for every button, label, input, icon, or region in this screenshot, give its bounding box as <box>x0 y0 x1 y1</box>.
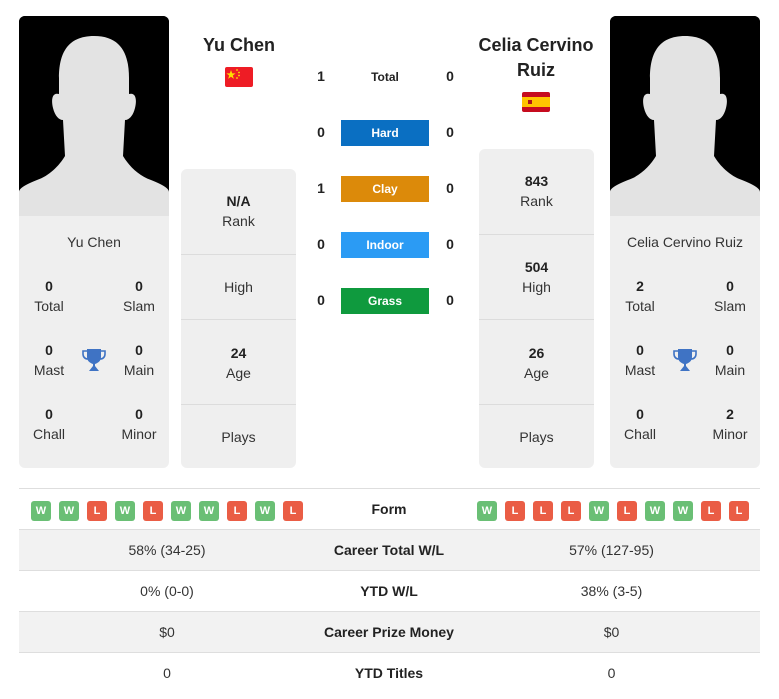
surface-hard-badge: Hard <box>341 120 429 146</box>
player2-rank: 843 Rank <box>520 173 553 209</box>
h2h-grass-row: 0 Grass 0 <box>300 288 470 314</box>
player2-high: 504 High <box>479 234 594 319</box>
form-row: WWLWLWWLWL Form WLLLWLWWLL <box>19 488 760 529</box>
h2h-indoor-row: 0 Indoor 0 <box>300 232 470 258</box>
trophy-icon <box>82 349 106 371</box>
player2-card-name: Celia Cervino Ruiz <box>627 234 743 250</box>
player1-main-titles: 0 Main <box>123 342 155 378</box>
player2-photo <box>610 16 760 216</box>
player1-form-badge-loss[interactable]: L <box>143 501 163 521</box>
player2-plays: Plays <box>479 404 594 468</box>
player2-slam-titles: 0 Slam <box>714 278 746 314</box>
avatar-silhouette-icon <box>19 16 169 216</box>
surface-total-label: Total <box>371 70 399 84</box>
h2h-total-row: 1 Total 0 <box>300 64 470 90</box>
player2-form-badge-win[interactable]: W <box>477 501 497 521</box>
table-row: 58% (34-25) Career Total W/L 57% (127-95… <box>19 529 760 570</box>
comparison-table: WWLWLWWLWL Form WLLLWLWWLL 58% (34-25) C… <box>19 488 760 693</box>
player1-form-badge-win[interactable]: W <box>115 501 135 521</box>
player2-info-card: 843 Rank 504 High 26 Age Plays <box>479 149 594 468</box>
surface-indoor-badge: Indoor <box>341 232 429 258</box>
player1-plays: Plays <box>181 404 296 468</box>
player2-form-badge-win[interactable]: W <box>645 501 665 521</box>
surface-clay-badge: Clay <box>341 176 429 202</box>
spain-flag-icon <box>522 92 550 112</box>
player2-form-badge-loss[interactable]: L <box>505 501 525 521</box>
player2-form-badge-loss[interactable]: L <box>617 501 637 521</box>
player1-form-badge-loss[interactable]: L <box>283 501 303 521</box>
player2-chall-titles: 0 Chall <box>624 406 656 442</box>
player1-form-badges: WWLWLWWLWL <box>31 501 303 521</box>
avatar-silhouette-icon <box>610 16 760 216</box>
player2-form-badge-loss[interactable]: L <box>701 501 721 521</box>
surface-grass-badge: Grass <box>341 288 429 314</box>
player2-mast-titles: 0 Mast <box>624 342 656 378</box>
player1-form-badge-win[interactable]: W <box>255 501 275 521</box>
player2-minor-titles: 2 Minor <box>712 406 748 442</box>
player1-form-badge-win[interactable]: W <box>171 501 191 521</box>
table-row: $0 Career Prize Money $0 <box>19 611 760 652</box>
h2h-hard-row: 0 Hard 0 <box>300 120 470 146</box>
player2-age: 26 Age <box>479 319 594 404</box>
china-flag-icon <box>225 67 253 87</box>
table-row: 0 YTD Titles 0 <box>19 652 760 693</box>
player1-rank: N/A Rank <box>222 193 255 229</box>
player1-slam-titles: 0 Slam <box>123 278 155 314</box>
player1-photo <box>19 16 169 216</box>
player1-mast-titles: 0 Mast <box>33 342 65 378</box>
player1-high: High <box>181 254 296 319</box>
player1-form-badge-win[interactable]: W <box>59 501 79 521</box>
player1-info-card: N/A Rank High 24 Age Plays <box>181 169 296 468</box>
player2-form-badge-win[interactable]: W <box>589 501 609 521</box>
player2-form-badge-loss[interactable]: L <box>729 501 749 521</box>
table-row: 0% (0-0) YTD W/L 38% (3-5) <box>19 570 760 611</box>
player1-form-badge-loss[interactable]: L <box>87 501 107 521</box>
player2-form-badge-loss[interactable]: L <box>533 501 553 521</box>
player1-name-link[interactable]: Yu Chen <box>180 33 298 58</box>
player1-minor-titles: 0 Minor <box>121 406 157 442</box>
player2-total-titles: 2 Total <box>625 278 655 314</box>
player2-form-badge-loss[interactable]: L <box>561 501 581 521</box>
player1-form-badge-win[interactable]: W <box>199 501 219 521</box>
player2-name-link[interactable]: Celia Cervino Ruiz <box>476 33 596 83</box>
player2-form-badges: WLLLWLWWLL <box>477 501 749 521</box>
player2-form-badge-win[interactable]: W <box>673 501 693 521</box>
player1-card-name: Yu Chen <box>67 234 121 250</box>
player1-chall-titles: 0 Chall <box>33 406 65 442</box>
player2-main-titles: 0 Main <box>714 342 746 378</box>
player2-titles-card: Celia Cervino Ruiz 2 Total 0 Slam 0 Mast… <box>610 216 760 468</box>
trophy-icon <box>673 349 697 371</box>
player1-titles-card: Yu Chen 0 Total 0 Slam 0 Mast 0 Main 0 C… <box>19 216 169 468</box>
player1-form-badge-win[interactable]: W <box>31 501 51 521</box>
form-label: Form <box>371 501 407 517</box>
player1-total-titles: 0 Total <box>34 278 64 314</box>
h2h-clay-row: 1 Clay 0 <box>300 176 470 202</box>
player1-age: 24 Age <box>181 319 296 404</box>
player1-form-badge-loss[interactable]: L <box>227 501 247 521</box>
